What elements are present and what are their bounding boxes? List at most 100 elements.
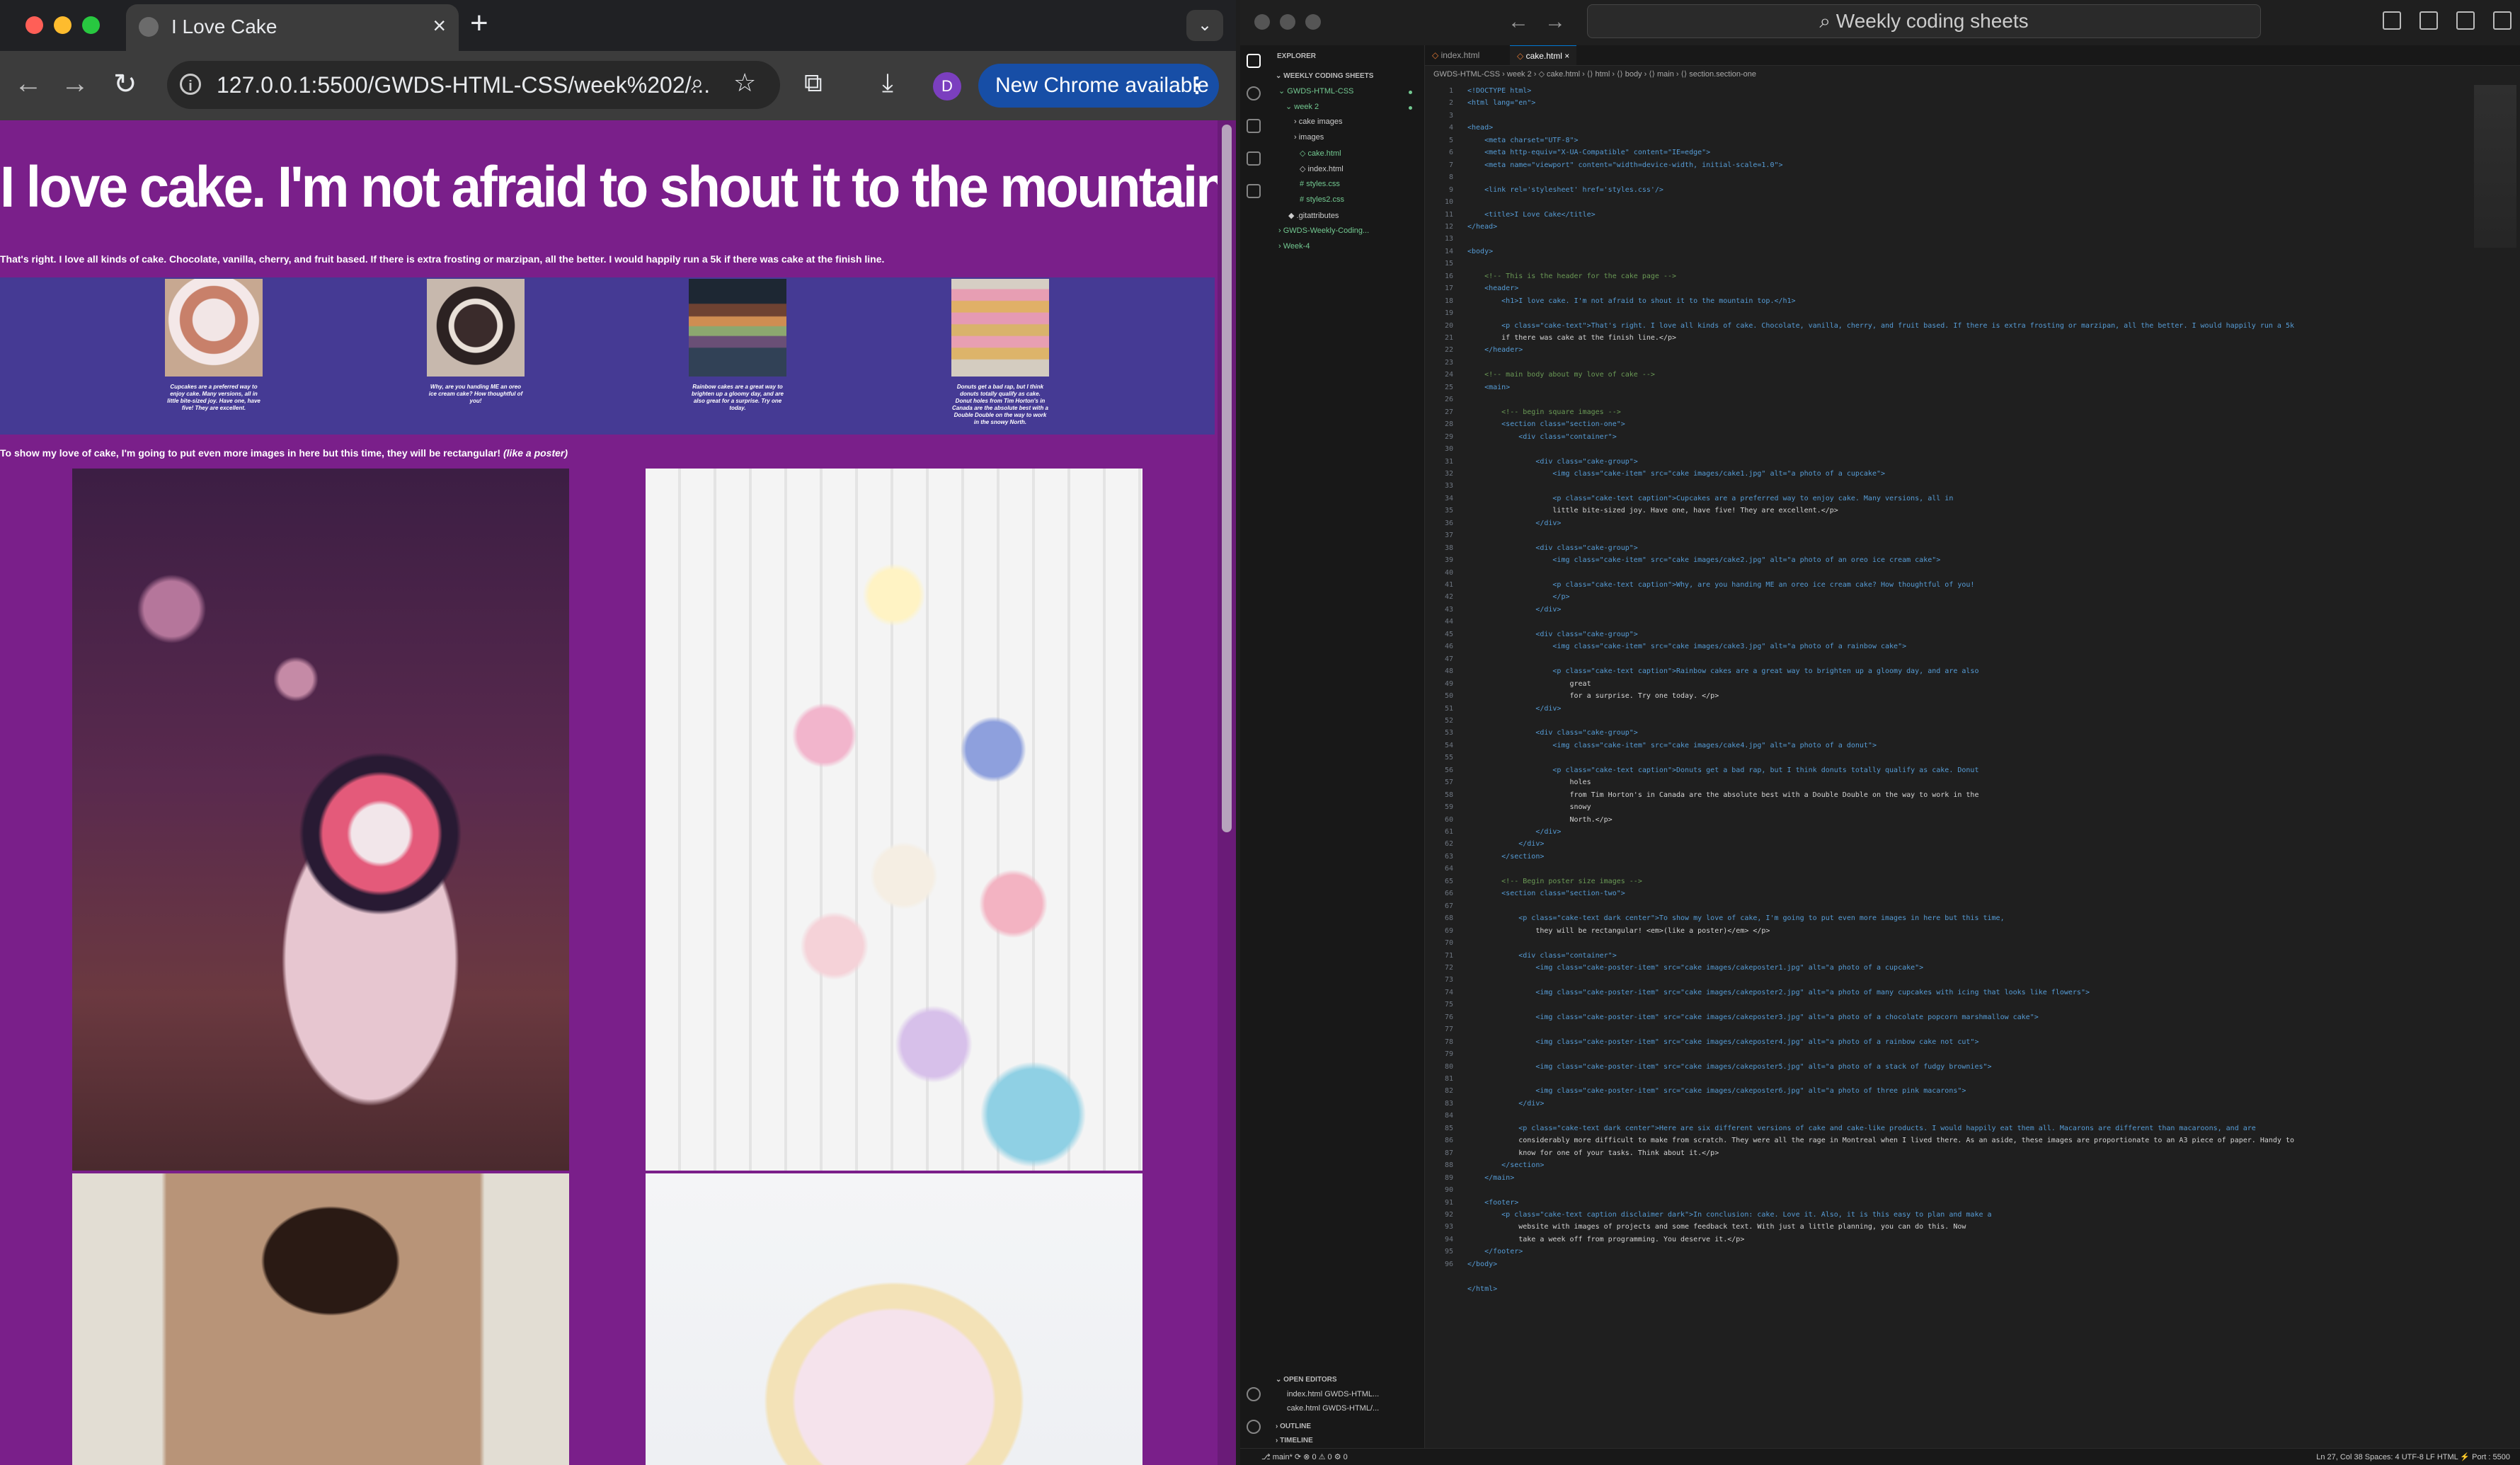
- tree-folder-cake-images[interactable]: › cake images: [1294, 117, 1343, 126]
- zoom-window-button[interactable]: [82, 16, 100, 34]
- code-line[interactable]: <img class="cake-item" src="cake images/…: [1467, 640, 1906, 653]
- code-line[interactable]: </body>: [1467, 1258, 1497, 1270]
- code-line[interactable]: holes: [1467, 776, 1591, 788]
- outline-header[interactable]: › OUTLINE: [1276, 1423, 1311, 1430]
- url-text[interactable]: 127.0.0.1:5500/GWDS-HTML-CSS/week%202/..…: [217, 72, 710, 98]
- tab-search-button[interactable]: ⌄: [1186, 10, 1223, 41]
- code-line[interactable]: website with images of projects and some…: [1467, 1221, 1966, 1233]
- code-line[interactable]: considerably more difficult to make from…: [1467, 1134, 2294, 1147]
- menu-dots-icon[interactable]: ⋮: [1186, 64, 1208, 108]
- code-line[interactable]: </section>: [1467, 851, 1544, 863]
- new-tab-button[interactable]: +: [470, 6, 488, 41]
- page-scrollbar-thumb[interactable]: [1222, 125, 1232, 832]
- code-line[interactable]: <p class="cake-text dark center">Here ar…: [1467, 1122, 2256, 1134]
- tree-file-styles2-css[interactable]: # styles2.css: [1300, 195, 1344, 204]
- back-icon[interactable]: ←: [1508, 10, 1529, 34]
- status-right[interactable]: Ln 27, Col 38 Spaces: 4 UTF-8 LF HTML ⚡ …: [2316, 1449, 2510, 1465]
- code-line[interactable]: if there was cake at the finish line.</p…: [1467, 332, 1676, 344]
- code-line[interactable]: </footer>: [1467, 1246, 1523, 1258]
- forward-icon[interactable]: →: [61, 68, 89, 100]
- account-icon[interactable]: [1247, 1387, 1261, 1401]
- code-line[interactable]: <section class="section-two">: [1467, 887, 1625, 900]
- minimize-window-button[interactable]: [54, 16, 71, 34]
- open-editor-cake[interactable]: cake.html GWDS-HTML/...: [1287, 1404, 1379, 1413]
- minimap[interactable]: [2474, 85, 2516, 248]
- code-line[interactable]: <link rel='stylesheet' href='styles.css'…: [1467, 184, 1663, 196]
- open-editors-header[interactable]: ⌄ OPEN EDITORS: [1276, 1376, 1337, 1384]
- code-line[interactable]: <!-- This is the header for the cake pag…: [1467, 270, 1676, 282]
- profile-avatar[interactable]: D: [933, 72, 961, 100]
- code-line[interactable]: <meta http-equiv="X-UA-Compatible" conte…: [1467, 146, 1710, 159]
- minimize-window-button[interactable]: [1280, 14, 1295, 30]
- code-line[interactable]: <header>: [1467, 282, 1518, 294]
- code-line[interactable]: </main>: [1467, 1172, 1514, 1184]
- code-line[interactable]: </div>: [1467, 838, 1544, 850]
- code-line[interactable]: <img class="cake-poster-item" src="cake …: [1467, 1085, 1966, 1097]
- zoom-window-button[interactable]: [1305, 14, 1321, 30]
- code-line[interactable]: </p>: [1467, 591, 1569, 603]
- workspace-header[interactable]: ⌄ WEEKLY CODING SHEETS: [1276, 72, 1373, 80]
- code-line[interactable]: <p class="cake-text caption disclaimer d…: [1467, 1209, 1991, 1221]
- code-line[interactable]: <div class="cake-group">: [1467, 628, 1638, 640]
- code-line[interactable]: <img class="cake-item" src="cake images/…: [1467, 554, 1940, 566]
- close-window-button[interactable]: [25, 16, 43, 34]
- code-line[interactable]: <body>: [1467, 246, 1493, 258]
- code-line[interactable]: <!-- Begin poster size images -->: [1467, 875, 1642, 887]
- code-line[interactable]: snowy: [1467, 801, 1591, 813]
- code-line[interactable]: <head>: [1467, 122, 1493, 134]
- code-line[interactable]: from Tim Horton's in Canada are the abso…: [1467, 789, 1978, 801]
- explorer-icon[interactable]: [1247, 54, 1261, 68]
- tab-cake-html[interactable]: ◇ cake.html ×: [1510, 45, 1577, 65]
- close-tab-icon[interactable]: ×: [433, 13, 446, 39]
- code-line[interactable]: <p class="cake-text">That's right. I lov…: [1467, 320, 2294, 332]
- code-line[interactable]: <title>I Love Cake</title>: [1467, 209, 1596, 221]
- timeline-header[interactable]: › TIMELINE: [1276, 1437, 1313, 1444]
- site-info-icon[interactable]: i: [180, 74, 201, 95]
- extensions-icon[interactable]: [1247, 184, 1261, 198]
- code-line[interactable]: <div class="container">: [1467, 950, 1616, 962]
- code-line[interactable]: <img class="cake-item" src="cake images/…: [1467, 468, 1885, 480]
- toggle-secondary-sidebar-icon[interactable]: [2456, 11, 2475, 30]
- command-center-search[interactable]: ⌕ Weekly coding sheets: [1587, 4, 2261, 38]
- close-tab-icon[interactable]: ×: [1564, 51, 1569, 61]
- address-bar[interactable]: i 127.0.0.1:5500/GWDS-HTML-CSS/week%202/…: [167, 61, 780, 109]
- reload-icon[interactable]: ↻: [113, 68, 137, 100]
- code-line[interactable]: </div>: [1467, 604, 1561, 616]
- code-line[interactable]: <img class="cake-item" src="cake images/…: [1467, 740, 1877, 752]
- code-line[interactable]: <div class="cake-group">: [1467, 727, 1638, 739]
- customize-layout-icon[interactable]: [2493, 11, 2512, 30]
- code-line[interactable]: </div>: [1467, 517, 1561, 529]
- code-line[interactable]: <p class="cake-text caption">Donuts get …: [1467, 764, 1978, 776]
- download-icon[interactable]: ⤓: [882, 68, 893, 98]
- code-line[interactable]: <h1>I love cake. I'm not afraid to shout…: [1467, 295, 1795, 307]
- tree-file-index-html[interactable]: ◇ index.html: [1300, 164, 1344, 173]
- code-line[interactable]: <meta name="viewport" content="width=dev…: [1467, 159, 1782, 171]
- tree-folder-week-4[interactable]: › Week-4: [1278, 242, 1310, 251]
- code-line[interactable]: <html lang="en">: [1467, 97, 1535, 109]
- code-line[interactable]: <div class="container">: [1467, 431, 1616, 443]
- code-line[interactable]: <img class="cake-poster-item" src="cake …: [1467, 962, 1923, 974]
- extensions-icon[interactable]: ⧉: [804, 68, 823, 98]
- code-line[interactable]: <!DOCTYPE html>: [1467, 85, 1531, 97]
- code-line[interactable]: <p class="cake-text caption">Why, are yo…: [1467, 579, 1974, 591]
- settings-gear-icon[interactable]: [1247, 1420, 1261, 1434]
- breadcrumb[interactable]: GWDS-HTML-CSS › week 2 › ◇ cake.html › ⟨…: [1433, 69, 1756, 79]
- new-chrome-available-button[interactable]: New Chrome available ⋮: [978, 64, 1219, 108]
- code-line[interactable]: <section class="section-one">: [1467, 418, 1625, 430]
- toggle-panel-icon[interactable]: [2419, 11, 2438, 30]
- code-line[interactable]: <img class="cake-poster-item" src="cake …: [1467, 987, 2090, 999]
- code-line[interactable]: for a surprise. Try one today. </p>: [1467, 690, 1719, 702]
- code-line[interactable]: </div>: [1467, 703, 1561, 715]
- code-line[interactable]: </div>: [1467, 826, 1561, 838]
- code-line[interactable]: take a week off from programming. You de…: [1467, 1234, 1744, 1246]
- code-line[interactable]: <!-- main body about my love of cake -->: [1467, 369, 1655, 381]
- close-window-button[interactable]: [1254, 14, 1270, 30]
- code-line[interactable]: </div>: [1467, 1098, 1544, 1110]
- search-icon[interactable]: [1247, 86, 1261, 100]
- code-line[interactable]: <img class="cake-poster-item" src="cake …: [1467, 1011, 2038, 1023]
- code-line[interactable]: <p class="cake-text dark center">To show…: [1467, 912, 2004, 924]
- tree-file-cake-html[interactable]: ◇ cake.html: [1300, 149, 1341, 158]
- tab-index-html[interactable]: ◇ index.html: [1425, 45, 1487, 65]
- code-line[interactable]: little bite-sized joy. Have one, have fi…: [1467, 505, 1838, 517]
- tree-folder-weekly-coding[interactable]: › GWDS-Weekly-Coding...: [1278, 226, 1369, 235]
